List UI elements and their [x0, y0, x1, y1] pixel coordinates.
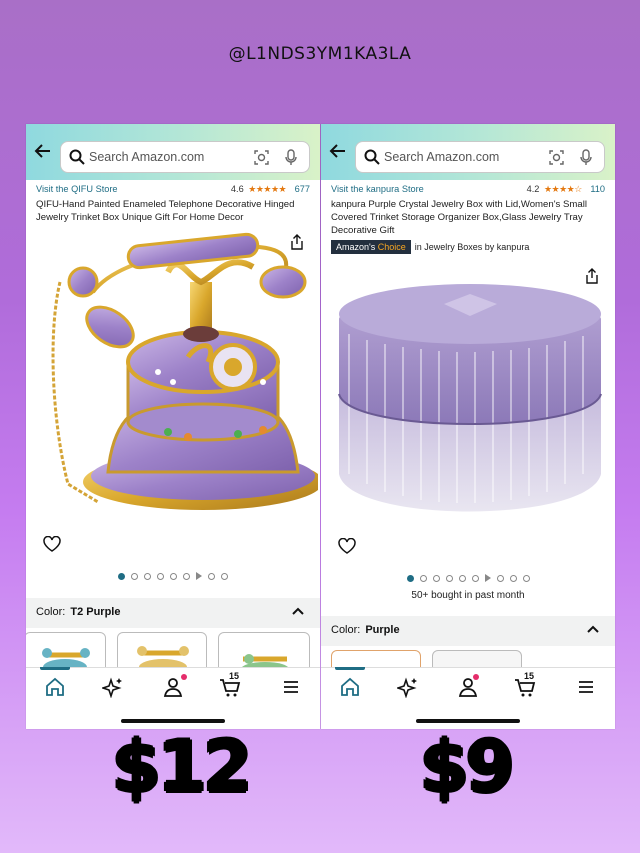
cart-count: 15 [229, 671, 240, 681]
carousel-dot[interactable] [522, 575, 530, 582]
rating-value: 4.6 [230, 184, 244, 194]
home-indicator [121, 719, 225, 723]
carousel-dot[interactable] [458, 575, 466, 582]
back-arrow-icon[interactable] [34, 142, 52, 160]
rating-value: 4.2 [526, 184, 540, 194]
microphone-icon[interactable] [285, 149, 297, 166]
color-label: Color: Purple [331, 624, 400, 636]
rating[interactable]: 4.2 ★★★★☆ 110 [527, 184, 605, 195]
left-phone-screenshot: Search Amazon.com Visit the QIFU Store 4… [26, 124, 320, 729]
menu-icon[interactable] [280, 676, 302, 698]
search-placeholder: Search Amazon.com [89, 150, 205, 164]
carousel-dot[interactable] [131, 573, 138, 580]
rating-count: 677 [294, 184, 310, 194]
store-link[interactable]: Visit the QIFU Store [36, 184, 118, 194]
search-placeholder: Search Amazon.com [384, 150, 500, 164]
store-rating-row: Visit the QIFU Store 4.6 ★★★★★ 677 [36, 184, 310, 198]
carousel-dot[interactable] [208, 573, 215, 580]
top-bar: Search Amazon.com [26, 124, 320, 180]
search-icon [69, 149, 85, 165]
color-selector[interactable]: Color: T2 Purple [26, 598, 320, 628]
carousel-dot[interactable] [221, 573, 228, 580]
ai-sparkle-icon[interactable] [397, 676, 419, 698]
rating[interactable]: 4.6 ★★★★★ 677 [231, 184, 310, 195]
color-variant-thumbnails [26, 632, 320, 676]
carousel-dot[interactable] [432, 575, 440, 582]
price-right: $9 [420, 726, 514, 808]
heart-icon[interactable] [338, 538, 356, 554]
right-phone-screenshot: Search Amazon.com Visit the kanpura Stor… [321, 124, 615, 729]
home-icon[interactable] [339, 676, 361, 698]
play-icon[interactable] [484, 574, 491, 582]
carousel-dot[interactable] [509, 575, 517, 582]
microphone-icon[interactable] [580, 149, 592, 166]
selected-color: Purple [365, 624, 400, 636]
chevron-up-icon[interactable] [292, 607, 304, 615]
color-selector[interactable]: Color: Purple [321, 616, 615, 646]
price-left: $12 [112, 726, 252, 808]
carousel-dot[interactable] [170, 573, 177, 580]
product-image-crystal-box[interactable] [329, 274, 609, 554]
star-rating-icon: ★★★★★ [248, 184, 287, 194]
cart-count: 15 [524, 671, 535, 681]
carousel-dot[interactable] [445, 575, 453, 582]
creator-handle: @L1NDS3YM1KA3LA [228, 44, 412, 64]
active-tab-indicator [335, 667, 365, 670]
carousel-dot[interactable] [144, 573, 151, 580]
home-indicator [416, 719, 520, 723]
chevron-up-icon[interactable] [587, 625, 599, 633]
carousel-dot[interactable] [419, 575, 427, 582]
star-rating-icon: ★★★★☆ [543, 184, 582, 194]
carousel-dot[interactable] [183, 573, 190, 580]
notification-dot [181, 674, 187, 680]
image-carousel-dots[interactable] [321, 574, 615, 582]
product-title: QIFU-Hand Painted Enameled Telephone Dec… [36, 199, 295, 223]
menu-icon[interactable] [575, 676, 597, 698]
top-bar: Search Amazon.com [321, 124, 615, 180]
product-title: kanpura Purple Crystal Jewelry Box with … [331, 199, 587, 236]
camera-scan-icon[interactable] [549, 150, 564, 165]
carousel-dot[interactable] [471, 575, 479, 582]
carousel-dot[interactable] [406, 575, 414, 582]
bought-count: 50+ bought in past month [411, 590, 525, 601]
carousel-dot[interactable] [496, 575, 504, 582]
carousel-dot[interactable] [118, 573, 125, 580]
search-input[interactable]: Search Amazon.com [355, 141, 605, 173]
active-tab-indicator [40, 667, 70, 670]
color-label: Color: T2 Purple [36, 606, 121, 618]
camera-scan-icon[interactable] [254, 150, 269, 165]
store-rating-row: Visit the kanpura Store 4.2 ★★★★☆ 110 [331, 184, 605, 198]
heart-icon[interactable] [43, 536, 61, 552]
selected-color: T2 Purple [70, 606, 121, 618]
home-icon[interactable] [44, 676, 66, 698]
bottom-tab-bar: 15 [26, 667, 320, 708]
store-link[interactable]: Visit the kanpura Store [331, 184, 424, 194]
bottom-tab-bar: 15 [321, 667, 615, 708]
notification-dot [473, 674, 479, 680]
play-icon[interactable] [196, 572, 202, 580]
amazons-choice-row: Amazon's Choice in Jewelry Boxes by kanpu… [331, 240, 529, 254]
carousel-dot[interactable] [157, 573, 164, 580]
badge-category[interactable]: in Jewelry Boxes by kanpura [415, 242, 530, 252]
search-icon [364, 149, 380, 165]
product-image-telephone-box[interactable] [38, 222, 318, 512]
image-carousel-dots[interactable] [26, 572, 320, 580]
ai-sparkle-icon[interactable] [102, 676, 124, 698]
back-arrow-icon[interactable] [329, 142, 347, 160]
search-input[interactable]: Search Amazon.com [60, 141, 310, 173]
amazons-choice-badge: Amazon's Choice [331, 240, 411, 254]
rating-count: 110 [590, 184, 605, 194]
account-icon[interactable] [162, 676, 184, 698]
